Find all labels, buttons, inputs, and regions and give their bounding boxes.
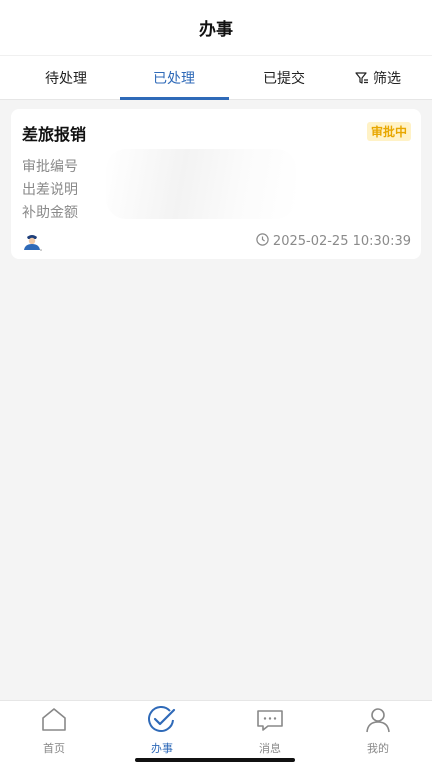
active-tab-indicator xyxy=(120,97,229,100)
redacted-area xyxy=(106,149,296,219)
nav-messages[interactable]: 消息 xyxy=(216,706,324,756)
profile-icon xyxy=(364,706,392,738)
tab-processed[interactable]: 已处理 xyxy=(120,56,228,100)
nav-tasks[interactable]: 办事 xyxy=(108,706,216,756)
tab-pending[interactable]: 待处理 xyxy=(12,56,120,100)
page-title: 办事 xyxy=(199,20,233,40)
filter-icon xyxy=(355,71,369,85)
nav-label: 我的 xyxy=(367,742,389,755)
timestamp-text: 2025-02-25 10:30:39 xyxy=(272,234,411,249)
tab-label: 已处理 xyxy=(153,71,195,87)
nav-profile[interactable]: 我的 xyxy=(324,706,432,756)
field-trip-description: 出差说明 xyxy=(22,182,78,198)
tab-label: 已提交 xyxy=(263,71,305,87)
home-indicator xyxy=(135,758,295,762)
tab-bar: 待处理 已处理 已提交 筛选 xyxy=(0,56,432,100)
message-icon xyxy=(256,706,284,738)
nav-label: 消息 xyxy=(259,742,281,755)
card-title: 差旅报销 xyxy=(22,125,87,144)
clock-icon xyxy=(256,233,269,250)
filter-button[interactable]: 筛选 xyxy=(324,56,432,100)
tab-label: 待处理 xyxy=(45,71,87,87)
nav-label: 办事 xyxy=(151,742,173,755)
timestamp: 2025-02-25 10:30:39 xyxy=(256,233,411,250)
nav-label: 首页 xyxy=(43,742,65,755)
user-avatar-icon xyxy=(22,233,42,255)
approval-card[interactable]: 差旅报销 审批中 审批编号 出差说明 补助金额 2025-02-25 10:30… xyxy=(11,109,421,259)
field-allowance-amount: 补助金额 xyxy=(22,205,78,221)
check-circle-icon xyxy=(147,706,177,738)
filter-label: 筛选 xyxy=(373,71,401,87)
status-badge: 审批中 xyxy=(366,122,411,141)
tab-submitted[interactable]: 已提交 xyxy=(230,56,338,100)
top-bar: 办事 xyxy=(0,0,432,56)
field-approval-number: 审批编号 xyxy=(22,159,78,175)
home-icon xyxy=(40,706,68,738)
nav-home[interactable]: 首页 xyxy=(0,706,108,756)
